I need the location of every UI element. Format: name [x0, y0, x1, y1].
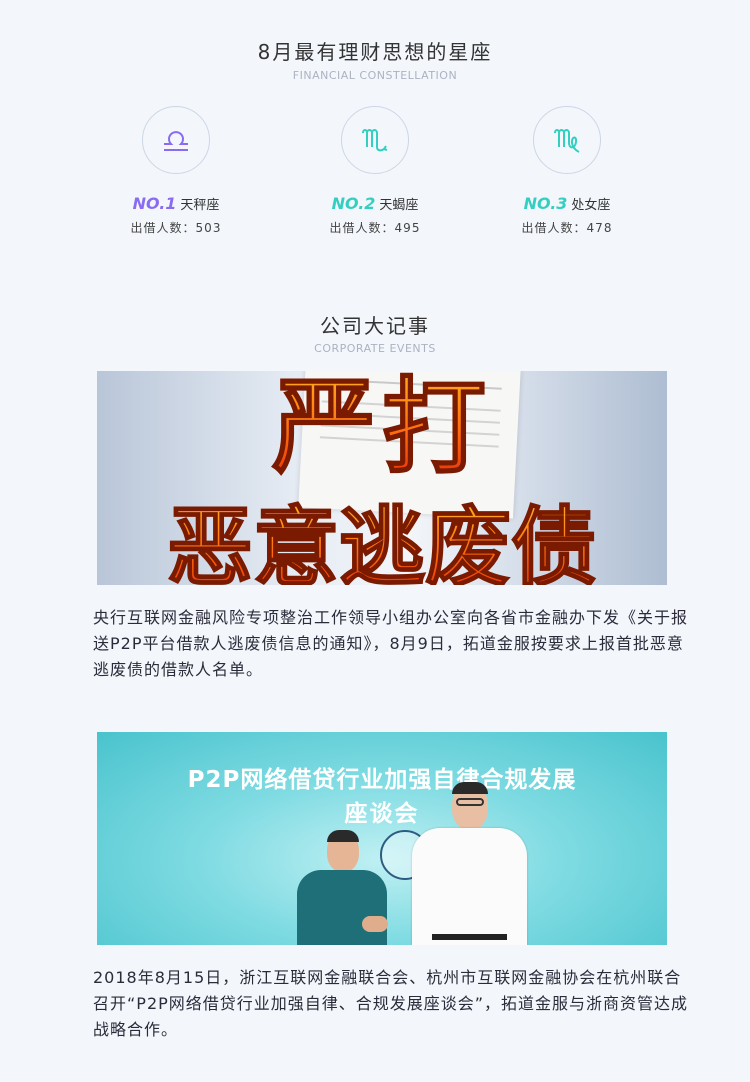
event2-description: 2018年8月15日，浙江互联网金融联合会、杭州市互联网金融协会在杭州联合召开“… [93, 968, 689, 1039]
lender-count: 出借人数：503 [130, 221, 222, 235]
rank-label: NO.1 [132, 194, 177, 213]
banner-title: P2P网络借贷行业加强自律合规发展 [187, 767, 577, 793]
zodiac-item-scorpio: NO.2 天蝎座 出借人数：495 [275, 106, 475, 236]
zodiac-item-virgo: NO.3 处女座 出借人数：478 [467, 106, 667, 236]
libra-icon [164, 131, 188, 151]
banner-line1: 严打 [272, 371, 492, 488]
banner-subtitle: 座谈会 [344, 801, 420, 827]
event2-image: P2P网络借贷行业加强自律合规发展 座谈会 [97, 732, 667, 945]
sign-name: 天秤座 [180, 198, 220, 213]
sign-name: 处女座 [571, 198, 611, 213]
rank-label: NO.3 [523, 194, 568, 213]
person-right [412, 782, 527, 945]
handshake [362, 916, 388, 932]
rank-label: NO.2 [331, 194, 376, 213]
libra-icon-circle [142, 106, 210, 174]
section-constellation-title: 8月最有理财思想的星座 [257, 40, 493, 64]
scorpio-icon-circle [341, 106, 409, 174]
lender-count: 出借人数：478 [521, 221, 613, 235]
event1-image: 严打 恶意逃废债 [97, 371, 667, 585]
section-constellation-subtitle: FINANCIAL CONSTELLATION [292, 69, 458, 82]
zodiac-item-libra: NO.1 天秤座 出借人数：503 [76, 106, 276, 236]
banner-text: 严打 恶意逃废债 [166, 371, 598, 585]
banner-line2: 恶意逃废债 [167, 498, 597, 585]
virgo-icon-circle [533, 106, 601, 174]
scorpio-icon [362, 129, 388, 152]
sign-name: 天蝎座 [379, 198, 419, 213]
section-events-title: 公司大记事 [320, 314, 430, 338]
event1-description: 央行互联网金融风险专项整治工作领导小组办公室向各省市金融办下发《关于报送P2P平… [93, 608, 689, 679]
virgo-icon [554, 129, 580, 153]
lender-count: 出借人数：495 [329, 221, 421, 235]
section-events-subtitle: CORPORATE EVENTS [314, 342, 436, 355]
